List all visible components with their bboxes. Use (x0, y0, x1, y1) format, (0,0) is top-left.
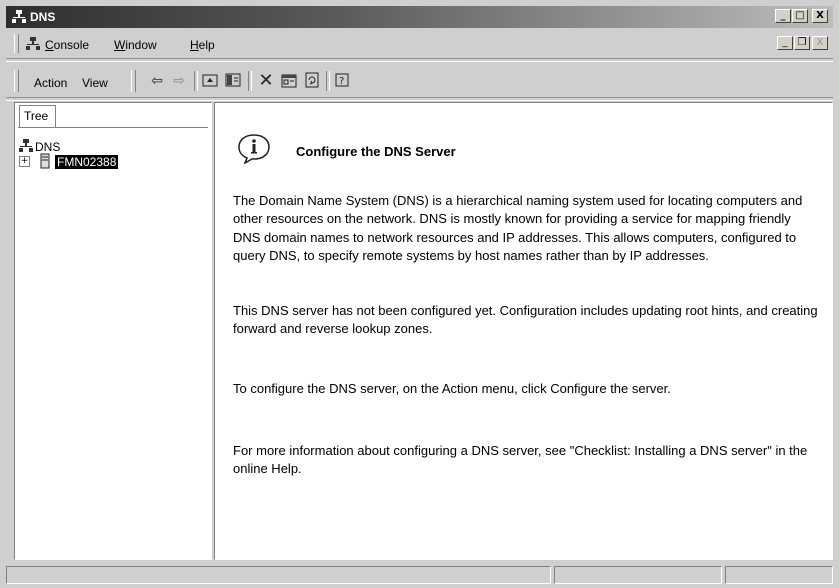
up-level-icon[interactable] (201, 72, 219, 90)
view-menu-button[interactable]: View (82, 76, 108, 90)
show-hide-tree-icon[interactable] (224, 72, 242, 90)
dns-tree-icon (12, 10, 26, 23)
expand-toggle[interactable]: + (19, 156, 30, 167)
title-bar[interactable]: DNS _ □ X (6, 6, 833, 28)
info-icon (238, 134, 270, 164)
mdi-close-button[interactable]: X (812, 36, 828, 50)
status-cell-3 (725, 566, 833, 584)
tree-tab-underline (18, 127, 208, 128)
properties-icon[interactable] (280, 72, 298, 90)
status-bar (6, 566, 833, 586)
tree-node-dns[interactable]: DNS (35, 140, 60, 154)
forward-arrow-icon[interactable]: ⇨ (170, 72, 188, 90)
status-paragraph: This DNS server has not been configured … (233, 303, 818, 337)
refresh-icon[interactable] (303, 72, 321, 90)
menu-bar: Console Window Help _ ❐ X (14, 32, 833, 56)
menu-window[interactable]: Window (114, 38, 157, 52)
toolbar-separator (194, 71, 198, 91)
menu-help[interactable]: Help (190, 38, 215, 52)
back-arrow-icon[interactable]: ⇦ (148, 72, 166, 90)
toolbar-separator (326, 71, 330, 91)
action-menu-button[interactable]: Action (34, 76, 67, 90)
tree-node-server[interactable]: FMN02388 (55, 155, 119, 169)
help-icon[interactable]: ? (334, 72, 352, 90)
tab-tree[interactable]: Tree (19, 105, 56, 127)
window-title: DNS (30, 10, 56, 24)
delete-icon[interactable]: ✕ (257, 72, 275, 90)
dns-root-icon (19, 139, 33, 152)
tree-pane[interactable]: Tree DNS + FMN02388 (14, 102, 212, 560)
menubar-divider (6, 58, 833, 62)
console-icon (26, 37, 40, 50)
mmc-window: DNS _ □ X Console Window Help _ ❐ X Acti… (0, 0, 839, 588)
status-cell-2 (554, 566, 722, 584)
menubar-grip[interactable] (14, 34, 19, 53)
minimize-button[interactable]: _ (775, 9, 791, 23)
close-button[interactable]: X (812, 9, 828, 23)
mdi-minimize-button[interactable]: _ (777, 36, 793, 50)
menu-console[interactable]: Console (45, 38, 89, 52)
page-title: Configure the DNS Server (296, 144, 456, 159)
toolbar-separator (248, 71, 252, 91)
svg-text:?: ? (339, 76, 344, 87)
maximize-button[interactable]: □ (792, 9, 808, 23)
toolbar: Action View ⇦ ⇨ ✕ ? (14, 64, 833, 94)
help-paragraph: For more information about configuring a… (233, 443, 808, 477)
status-cell-main (6, 566, 551, 584)
toolbar-grip[interactable] (14, 70, 19, 92)
server-icon (40, 153, 50, 169)
toolbar-grip-2[interactable] (131, 70, 136, 92)
description-paragraph: The Domain Name System (DNS) is a hierar… (233, 193, 803, 263)
mdi-restore-button[interactable]: ❐ (794, 36, 810, 50)
instructions-paragraph: To configure the DNS server, on the Acti… (233, 381, 671, 396)
content-pane: Configure the DNS Server The Domain Name… (214, 102, 833, 560)
toolbar-divider (6, 97, 833, 101)
